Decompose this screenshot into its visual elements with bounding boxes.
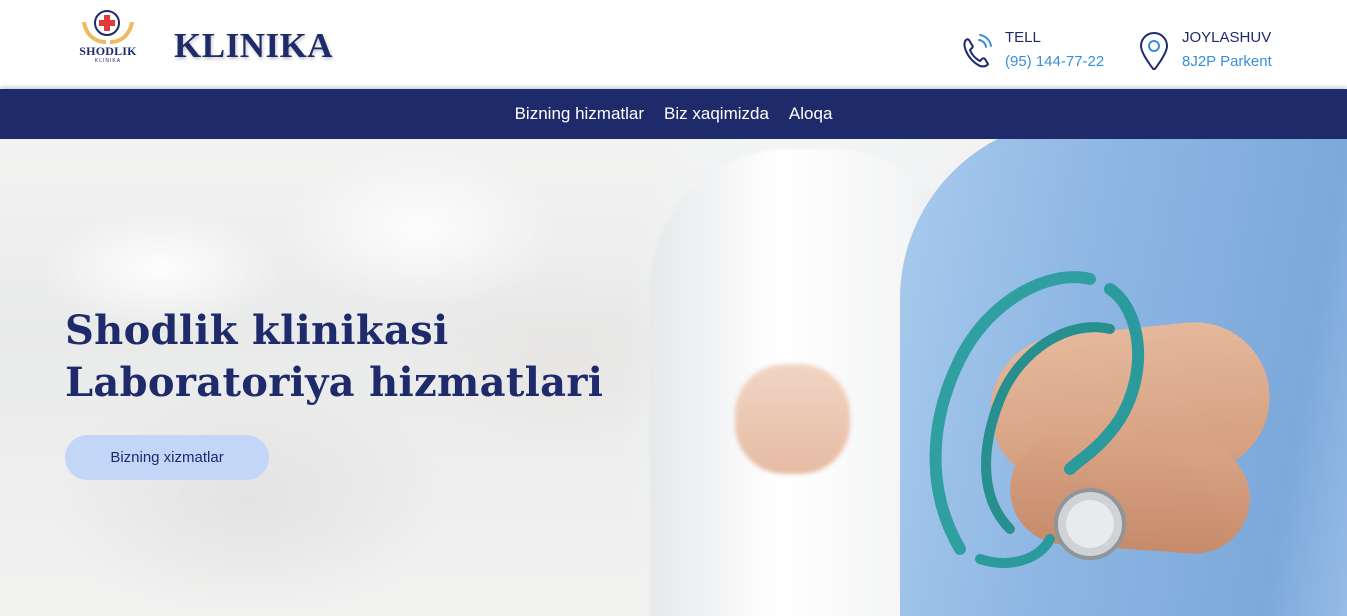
- hero-image-doctor-hands: [735, 364, 850, 474]
- hero-title-line1: Shodlik klinikasi: [65, 307, 449, 354]
- clinic-logo[interactable]: SHODLIK KLINIKA: [74, 8, 142, 70]
- hero-title-line2: Laboratoriya hizmatlari: [65, 359, 604, 406]
- nav-item-about[interactable]: Biz xaqimizda: [664, 104, 769, 124]
- nav-item-services[interactable]: Bizning hizmatlar: [515, 104, 644, 124]
- phone-icon: [963, 34, 992, 68]
- nav-links: Bizning hizmatlar Biz xaqimizda Aloqa: [0, 89, 1347, 139]
- hero-title: Shodlik klinikasi Laboratoriya hizmatlar…: [65, 305, 603, 409]
- contact-phone[interactable]: TELL (95) 144-77-22: [960, 26, 1130, 72]
- hero-section: Shodlik klinikasi Laboratoriya hizmatlar…: [0, 139, 1347, 616]
- contact-phone-value[interactable]: (95) 144-77-22: [1005, 53, 1104, 70]
- main-nav: Bizning hizmatlar Biz xaqimizda Aloqa: [0, 89, 1347, 139]
- contact-location-label: JOYLASHUV: [1182, 29, 1272, 46]
- site-header: SHODLIK KLINIKA KLINIKA TELL (95) 144-77…: [0, 0, 1347, 89]
- logo-text: SHODLIK: [79, 44, 137, 58]
- brand-title[interactable]: KLINIKA: [174, 26, 333, 66]
- nav-item-contact[interactable]: Aloqa: [789, 104, 832, 124]
- contact-phone-label: TELL: [1005, 29, 1041, 46]
- contact-location[interactable]: JOYLASHUV 8J2P Parkent: [1137, 26, 1307, 72]
- medical-cross-icon: [94, 10, 120, 36]
- location-pin-icon: [1139, 32, 1169, 70]
- contact-location-value[interactable]: 8J2P Parkent: [1182, 53, 1272, 70]
- logo-subtext: KLINIKA: [94, 58, 122, 64]
- stethoscope-icon: [929, 271, 1145, 568]
- services-button[interactable]: Bizning xizmatlar: [65, 435, 269, 480]
